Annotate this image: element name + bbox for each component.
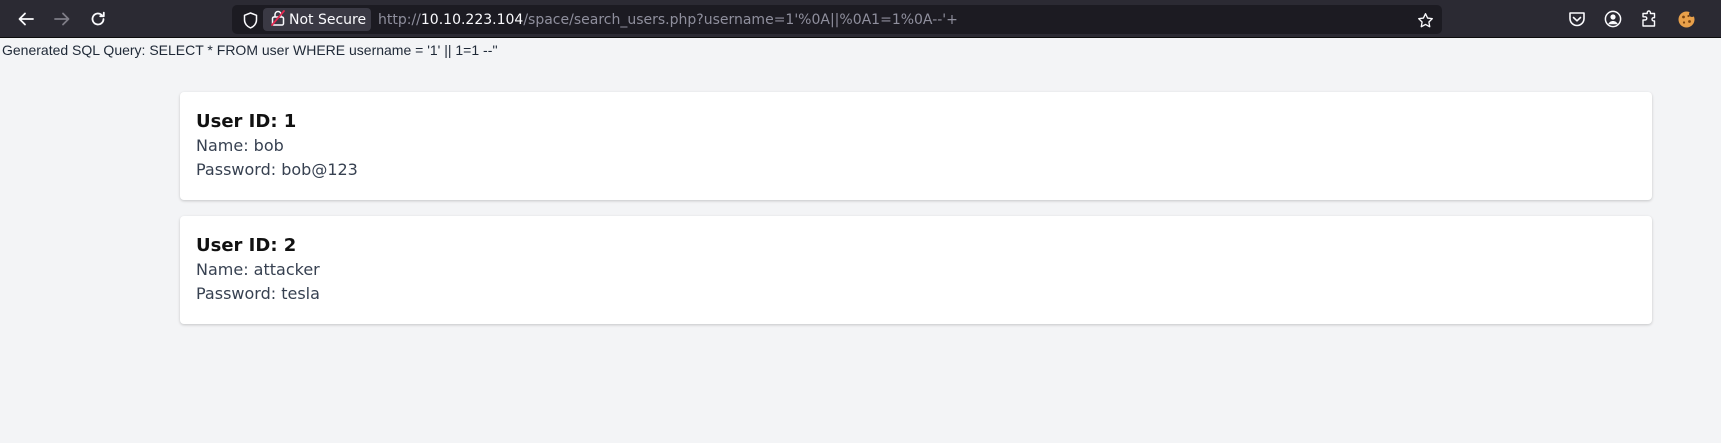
reload-icon[interactable] <box>85 6 111 32</box>
url-bar[interactable]: Not Secure http://10.10.223.104/space/se… <box>232 5 1442 34</box>
user-password-label: Password: tesla <box>196 284 320 303</box>
url-scheme: http:// <box>378 12 421 28</box>
site-security-button[interactable]: Not Secure <box>263 8 371 31</box>
user-id-label: User ID: 1 <box>196 111 297 132</box>
extension-cookie-icon[interactable] <box>1675 8 1697 30</box>
user-card: User ID: 1 Name: bob Password: bob@123 <box>180 92 1652 200</box>
user-id-label: User ID: 2 <box>196 235 297 256</box>
user-password-label: Password: bob@123 <box>196 160 358 179</box>
user-card: User ID: 2 Name: attacker Password: tesl… <box>180 216 1652 324</box>
security-label: Not Secure <box>289 11 367 28</box>
user-name-label: Name: bob <box>196 136 284 155</box>
user-name-label: Name: attacker <box>196 260 320 279</box>
url-path: /space/search_users.php?username=1'%0A||… <box>523 12 958 28</box>
generated-sql-query: Generated SQL Query: SELECT * FROM user … <box>2 42 498 58</box>
extensions-icon[interactable] <box>1638 8 1660 30</box>
browser-toolbar: Not Secure http://10.10.223.104/space/se… <box>0 0 1721 38</box>
account-icon[interactable] <box>1602 8 1624 30</box>
star-icon[interactable] <box>1414 9 1436 31</box>
url-host: 10.10.223.104 <box>420 12 524 28</box>
url-text[interactable]: http://10.10.223.104/space/search_users.… <box>378 10 958 30</box>
tracking-shield-icon[interactable] <box>241 11 259 29</box>
forward-arrow-icon[interactable] <box>49 6 75 32</box>
back-arrow-icon[interactable] <box>13 6 39 32</box>
insecure-lock-icon <box>271 9 285 30</box>
pocket-icon[interactable] <box>1566 8 1588 30</box>
